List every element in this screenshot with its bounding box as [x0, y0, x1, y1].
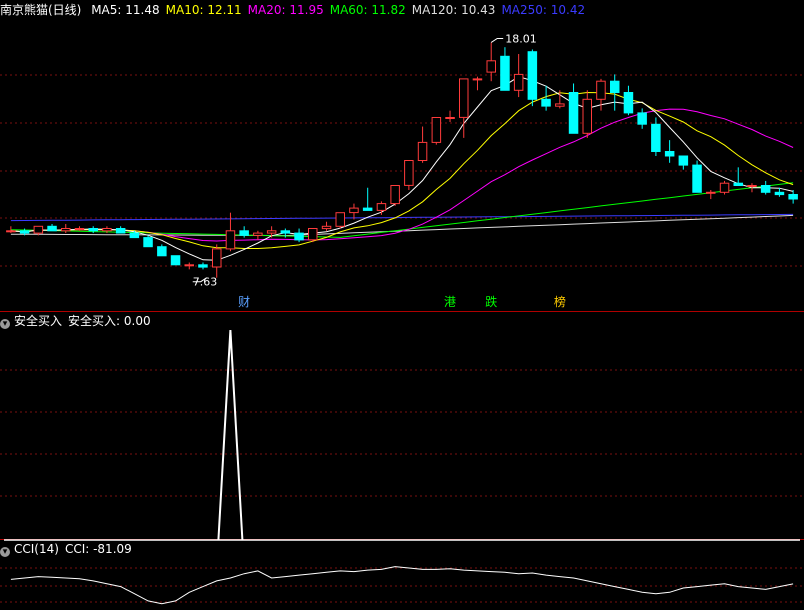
- ma20-line: [10, 108, 794, 242]
- candle-body: [6, 230, 16, 233]
- high-pointer: [490, 37, 504, 43]
- cci-line: [10, 566, 794, 605]
- candle-body: [266, 230, 277, 234]
- candle-body: [212, 248, 222, 268]
- candle-body: [102, 228, 112, 232]
- candle-body: [115, 228, 126, 234]
- ma-legend-item: MA250: 10.42: [501, 3, 586, 17]
- candle-body: [513, 73, 524, 91]
- chevron-down-icon[interactable]: ▾: [0, 547, 10, 557]
- candle-body: [198, 264, 208, 268]
- candle-body: [596, 80, 606, 100]
- candle-body: [637, 112, 647, 125]
- candle-body: [568, 92, 579, 134]
- candle-body: [349, 207, 359, 214]
- candle-body: [184, 264, 194, 267]
- candle-body: [157, 246, 167, 257]
- candle-body: [760, 185, 771, 193]
- event-marker: 跌: [485, 294, 497, 309]
- indicator1-value: 安全买入: 0.00: [68, 314, 151, 328]
- candle-body: [33, 225, 44, 234]
- ma-legend-item: MA20: 11.95: [247, 3, 324, 17]
- candle-body: [541, 98, 551, 107]
- indicator2-header: ▾ CCI(14) CCI: -81.09: [0, 542, 138, 557]
- candle-body: [390, 185, 400, 205]
- candle-body: [719, 182, 730, 193]
- candle-body: [225, 230, 236, 250]
- candle-body: [74, 228, 85, 230]
- candle-body: [651, 123, 661, 153]
- low-price-label: 7.63: [193, 276, 218, 289]
- safe-buy-spike: [217, 329, 244, 541]
- candle-body: [61, 228, 71, 232]
- indicator2-name: CCI(14): [14, 542, 59, 556]
- candle-body: [253, 232, 263, 236]
- ma-legend-item: MA60: 11.82: [329, 3, 406, 17]
- candle-body: [692, 164, 702, 193]
- candle-body: [678, 155, 689, 166]
- candle-body: [788, 194, 798, 200]
- candle-body: [170, 255, 181, 266]
- candle-body: [308, 228, 318, 241]
- ma-legend-item: MA120: 10.43: [411, 3, 496, 17]
- indicator1-name: 安全买入: [14, 314, 63, 328]
- candle-body: [486, 60, 496, 73]
- high-price-label: 18.01: [505, 32, 537, 45]
- candle-body: [143, 237, 153, 248]
- candle-body: [88, 228, 98, 232]
- ma-legend: MA5: 11.48 MA10: 12.11 MA20: 11.95 MA60: 11…: [91, 3, 591, 17]
- candle-body: [774, 191, 785, 196]
- indicator1-header: ▾ 安全买入 安全买入: 0.00: [0, 314, 157, 329]
- event-marker: 财: [238, 295, 250, 309]
- chevron-down-icon[interactable]: ▾: [0, 319, 10, 329]
- candle-body: [527, 51, 538, 100]
- candle-body: [747, 185, 757, 187]
- candle-body: [47, 225, 57, 232]
- candle-body: [129, 232, 140, 239]
- candle-body: [445, 117, 455, 119]
- candle-body: [706, 191, 716, 194]
- candle-body: [321, 225, 332, 230]
- event-marker: 港: [444, 295, 456, 309]
- chart-canvas[interactable]: 18.01 7.63 财 港 跌 榜: [0, 0, 804, 610]
- candle-body: [623, 92, 634, 114]
- candle-body: [555, 103, 565, 107]
- candle-body: [362, 207, 373, 211]
- indicator2-value: CCI: -81.09: [64, 542, 132, 556]
- event-marker: 榜: [554, 294, 566, 309]
- candle-body: [19, 230, 30, 234]
- candle-body: [500, 55, 510, 91]
- candle-body: [294, 232, 304, 241]
- stock-title: 南京熊猫(日线): [0, 3, 82, 17]
- ma-legend-item: MA10: 12.11: [165, 3, 242, 17]
- candle-body: [280, 230, 291, 234]
- candle-body: [431, 117, 442, 143]
- candle-body: [459, 78, 469, 118]
- ma-legend-item: MA5: 11.48: [91, 3, 160, 17]
- main-panel-header: 南京熊猫(日线) MA5: 11.48 MA10: 12.11 MA20: 11.9…: [0, 3, 597, 17]
- candle-body: [664, 151, 675, 157]
- candle-body: [417, 141, 428, 161]
- candle-body: [376, 203, 387, 211]
- candle-body: [335, 212, 345, 227]
- candle-body: [733, 182, 743, 186]
- candle-body: [610, 80, 620, 93]
- candle-body: [472, 78, 483, 81]
- candle-body: [239, 230, 249, 236]
- candle-body: [404, 160, 414, 186]
- candle-body: [582, 98, 592, 134]
- ma60-line: [10, 182, 794, 238]
